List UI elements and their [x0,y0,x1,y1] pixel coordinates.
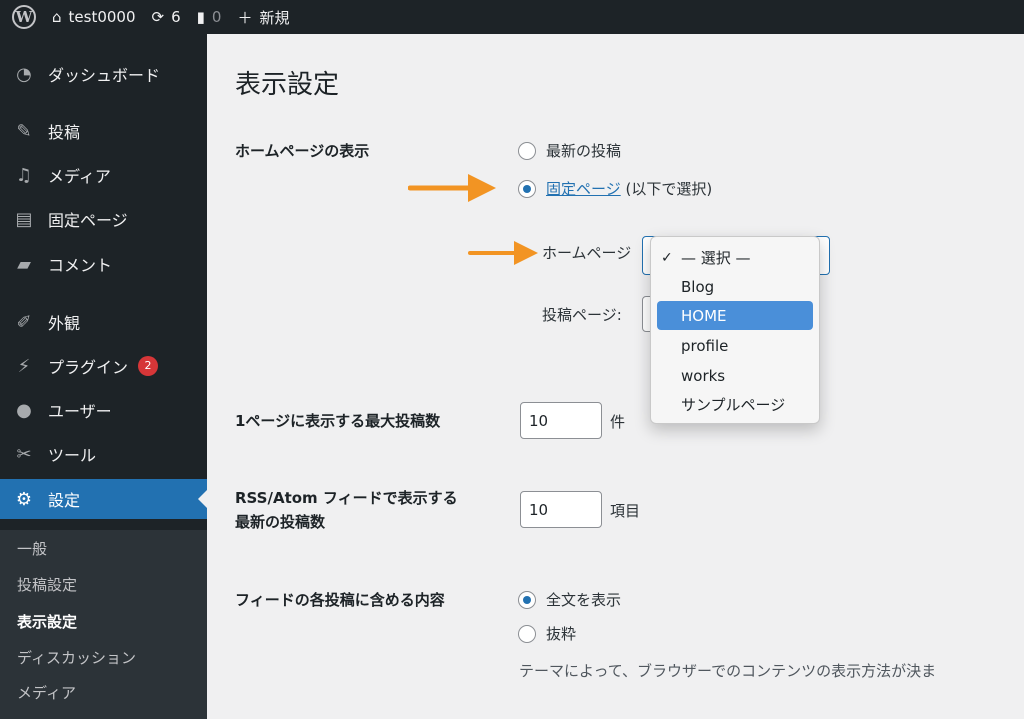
settings-icon: ⚙ [15,488,33,510]
sidebar-item-users[interactable]: ● ユーザー [0,390,207,430]
option-label: — 選択 — [681,249,751,267]
sidebar-item-label: 固定ページ [48,211,128,230]
posts-page-label: 投稿ページ: [542,306,622,324]
dropdown-option-blog[interactable]: Blog [657,272,813,301]
static-page-link[interactable]: 固定ページ [546,180,621,198]
sidebar-item-pages[interactable]: ▤ 固定ページ [0,199,207,239]
homepage-display-label: ホームページの表示 [235,142,370,160]
static-page-suffix: (以下で選択) [625,180,713,198]
dropdown-option-home[interactable]: HOME [657,301,813,330]
new-content-menu[interactable]: ＋ 新規 [229,0,297,34]
admin-sidebar: ◔ ダッシュボード ✎ 投稿 ♫ メディア ▤ 固定ページ ▰ コメント ✐ 外… [0,34,207,719]
dashboard-icon: ◔ [16,63,32,85]
dropdown-option-sample-page[interactable]: サンプルページ [657,390,813,419]
submenu-reading[interactable]: 表示設定 [17,611,77,632]
dropdown-option-works[interactable]: works [657,361,813,390]
option-label: profile [681,336,729,355]
homepage-dropdown-list: ✓ — 選択 — Blog HOME profile works サンプルページ [650,236,820,424]
sidebar-item-plugins[interactable]: ⚡ プラグイン 2 [0,346,207,386]
rss-count-unit: 項目 [610,502,641,520]
new-label: 新規 [259,8,290,27]
site-name-menu[interactable]: ⌂ test0000 [44,0,144,34]
option-label: HOME [681,306,727,325]
dropdown-option-profile[interactable]: profile [657,331,813,360]
option-label: works [681,366,726,385]
radio-feed-excerpt[interactable]: 抜粋 [518,623,576,644]
page-icon: ▤ [15,208,33,230]
user-icon: ● [16,399,32,421]
settings-submenu: 一般 投稿設定 表示設定 ディスカッション メディア [0,530,207,719]
media-icon: ♫ [15,164,33,186]
submenu-writing[interactable]: 投稿設定 [17,574,77,595]
sidebar-item-label: 外観 [48,314,81,333]
submenu-discussion[interactable]: ディスカッション [17,647,136,668]
comments-count: 0 [211,8,222,26]
sidebar-item-appearance[interactable]: ✐ 外観 [0,302,207,342]
wrench-icon: ✂ [16,443,32,465]
plus-icon: ＋ [237,8,253,27]
rss-count-label-line2: 最新の投稿数 [235,513,326,531]
radio-button-checked[interactable] [518,179,536,198]
sidebar-item-media[interactable]: ♫ メディア [0,155,207,195]
sidebar-item-label: ダッシュボード [48,66,161,85]
updates-count: 6 [171,8,181,26]
radio-button[interactable] [518,624,536,643]
sidebar-item-label: ツール [48,446,97,465]
comment-bubble-icon: ▮ [196,8,205,26]
checkmark-icon: ✓ [661,249,673,266]
sidebar-item-comments[interactable]: ▰ コメント [0,244,207,284]
plugin-update-badge: 2 [138,356,159,376]
sidebar-item-dashboard[interactable]: ◔ ダッシュボード [0,54,207,94]
sidebar-item-tools[interactable]: ✂ ツール [0,434,207,474]
radio-button[interactable] [518,141,536,160]
radio-feed-full[interactable]: 全文を表示 [518,589,621,610]
sidebar-item-label: プラグイン [48,358,129,377]
submenu-media[interactable]: メディア [17,682,76,703]
updates-menu[interactable]: ⟳ 6 [144,0,189,34]
posts-per-page-unit: 件 [610,413,626,431]
posts-per-page-input[interactable]: 10 [520,402,602,439]
dropdown-option-select[interactable]: ✓ — 選択 — [657,243,813,272]
wordpress-logo-icon: W [12,5,36,29]
rss-count-input[interactable]: 10 [520,491,602,528]
submenu-general[interactable]: 一般 [17,538,47,559]
sidebar-item-label: コメント [48,256,113,275]
homepage-select-label: ホームページ [542,244,632,262]
annotation-arrow-icon [468,241,538,265]
admin-bar: W ⌂ test0000 ⟳ 6 ▮ 0 ＋ 新規 [0,0,1024,34]
radio-latest-label: 最新の投稿 [546,142,622,160]
posts-per-page-label: 1ページに表示する最大投稿数 [235,412,441,430]
main-content: 表示設定 ホームページの表示 最新の投稿 固定ページ (以下で選択) ホームペー… [207,34,1024,719]
radio-button-checked[interactable] [518,590,536,609]
sidebar-item-posts[interactable]: ✎ 投稿 [0,111,207,151]
site-name: test0000 [68,8,136,26]
home-icon: ⌂ [52,8,62,26]
wp-logo-menu[interactable]: W [0,0,44,34]
sidebar-item-settings[interactable]: ⚙ 設定 [0,479,207,519]
radio-static-page[interactable]: 固定ページ (以下で選択) [518,178,712,199]
comment-icon: ▰ [17,253,31,275]
sidebar-item-label: ユーザー [48,402,112,421]
option-label: サンプルページ [681,396,786,414]
sidebar-item-label: 投稿 [48,123,81,142]
option-label: Blog [681,277,715,296]
feed-description: テーマによって、ブラウザーでのコンテンツの表示方法が決ま [519,662,937,680]
comments-menu[interactable]: ▮ 0 [189,0,230,34]
radio-latest-posts[interactable]: 最新の投稿 [518,140,621,161]
sidebar-item-label: メディア [48,167,111,186]
pin-icon: ✎ [16,120,32,142]
sidebar-item-label: 設定 [48,491,81,510]
feed-excerpt-label: 抜粋 [546,625,577,643]
annotation-arrow-icon [408,174,496,202]
feed-full-label: 全文を表示 [546,591,622,609]
page-title: 表示設定 [235,70,340,100]
updates-icon: ⟳ [151,8,165,26]
plugin-icon: ⚡ [17,355,31,377]
appearance-icon: ✐ [16,311,32,333]
rss-count-label-line1: RSS/Atom フィードで表示する [235,489,458,507]
feed-content-label: フィードの各投稿に含める内容 [235,591,445,609]
